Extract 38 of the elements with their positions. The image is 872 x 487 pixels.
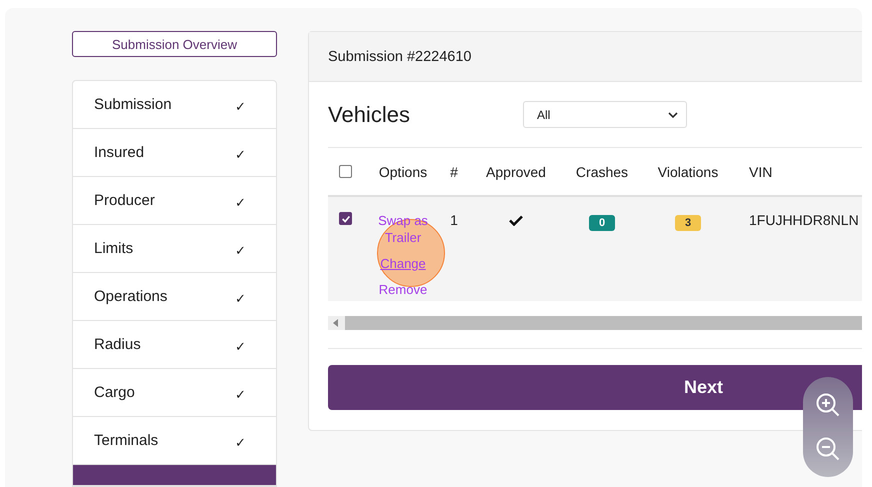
check-icon: ✓ <box>235 99 246 114</box>
column-header: # <box>450 164 458 180</box>
check-icon: ✓ <box>235 243 246 258</box>
violations-badge: 3 <box>674 215 702 231</box>
zoom-in-icon[interactable] <box>815 392 841 418</box>
row-checkbox[interactable] <box>339 212 352 225</box>
table-cell: 1 <box>450 212 458 228</box>
submission-title: Submission #2224610 <box>328 48 472 64</box>
check-icon: ✓ <box>235 387 246 402</box>
check-icon: ✓ <box>235 147 246 162</box>
sidebar-item[interactable]: Operations ✓ <box>73 273 276 321</box>
check-icon: ✓ <box>235 291 246 306</box>
column-header: Approved <box>486 164 546 180</box>
check-icon: ✓ <box>235 195 246 210</box>
sidebar-item[interactable]: Limits ✓ <box>73 225 276 273</box>
sidebar-item[interactable]: Producer ✓ <box>73 177 276 225</box>
column-header: Violations <box>658 164 718 180</box>
caret-icon <box>668 112 678 118</box>
select-all-checkbox[interactable] <box>339 165 352 178</box>
check-icon: ✓ <box>235 339 246 354</box>
sidebar-item[interactable]: Cargo ✓ <box>73 369 276 417</box>
option-link[interactable]: Remove <box>375 281 431 298</box>
check-icon: ✓ <box>235 435 246 450</box>
column-header: VIN <box>749 164 772 180</box>
vehicles-heading: Vehicles <box>328 102 411 128</box>
sidebar-item[interactable]: Radius ✓ <box>73 321 276 369</box>
sidebar-item[interactable] <box>73 465 276 486</box>
table-cell: 1FUJHHDR8NLN <box>749 212 859 228</box>
filter-dropdown[interactable]: All <box>523 101 687 128</box>
crashes-badge: 0 <box>588 215 616 231</box>
submission-overview-button[interactable]: Submission Overview <box>72 31 277 57</box>
column-header: Options <box>378 164 428 180</box>
column-header: Crashes <box>576 164 628 180</box>
next-button[interactable]: Next <box>328 365 862 410</box>
zoom-out-icon[interactable] <box>815 436 841 462</box>
sidebar-item[interactable]: Insured ✓ <box>73 129 276 177</box>
sidebar-item[interactable]: Submission ✓ <box>73 81 276 129</box>
scroll-left-icon[interactable] <box>333 319 339 327</box>
